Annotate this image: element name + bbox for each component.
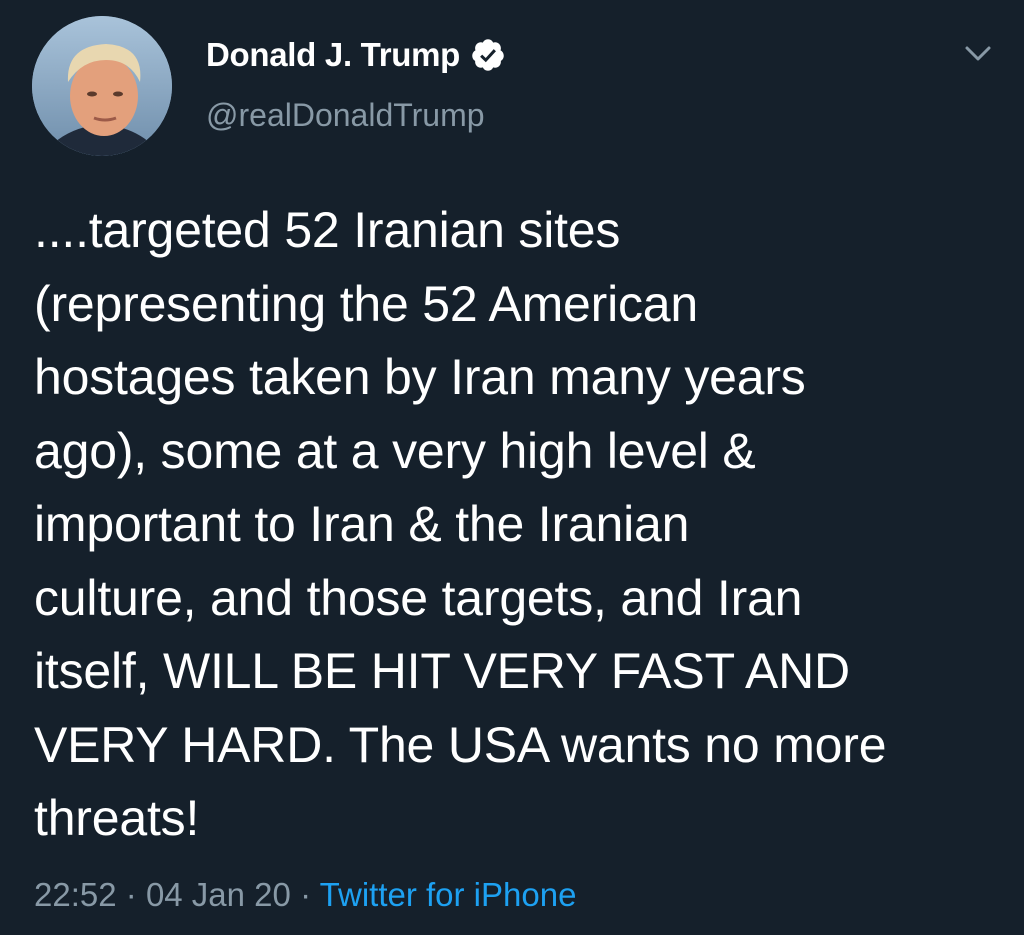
tweet-text: ....targeted 52 Iranian sites (represent…	[34, 202, 887, 846]
author-handle[interactable]: @realDonaldTrump	[206, 97, 485, 134]
tweet-date[interactable]: 04 Jan 20	[146, 876, 291, 913]
tweet-time[interactable]: 22:52	[34, 876, 117, 913]
tweet-meta: 22:52 · 04 Jan 20 · Twitter for iPhone	[34, 876, 576, 914]
author-display-name[interactable]: Donald J. Trump	[206, 36, 460, 74]
chevron-down-icon[interactable]	[960, 36, 996, 72]
verified-badge-icon	[472, 39, 504, 71]
meta-separator: ·	[125, 876, 137, 913]
avatar[interactable]	[32, 16, 172, 156]
tweet-source-link[interactable]: Twitter for iPhone	[320, 876, 577, 913]
avatar-image	[32, 16, 172, 156]
tweet-card: Donald J. Trump @realDonaldTrump ....tar…	[0, 0, 1024, 935]
meta-separator: ·	[300, 876, 312, 913]
author-name-row[interactable]: Donald J. Trump	[206, 30, 506, 80]
